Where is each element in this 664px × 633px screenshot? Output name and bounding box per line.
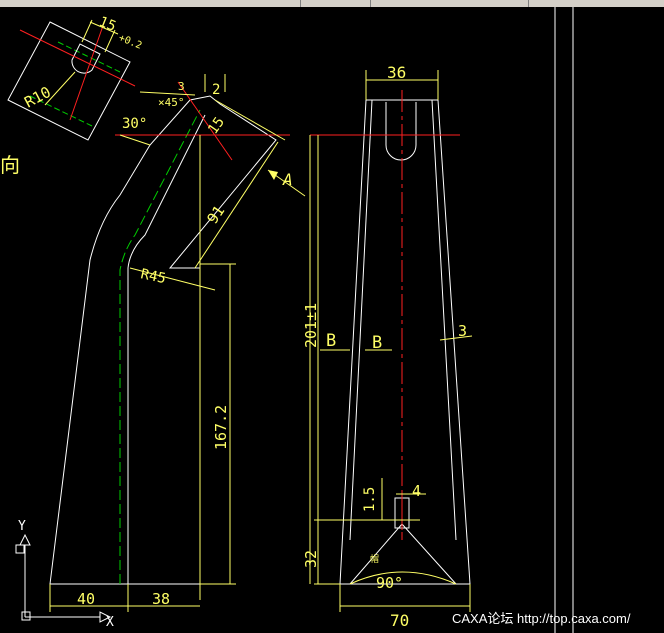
dim-text: 38 bbox=[152, 590, 170, 608]
dim-text: 4 bbox=[412, 482, 421, 500]
dim-tolerance: +0.2 bbox=[117, 33, 143, 52]
taper-inner bbox=[349, 99, 457, 541]
axis-x-label: X bbox=[106, 615, 114, 630]
dim-text: 70 bbox=[390, 611, 409, 630]
dim-text: 201±1 bbox=[302, 303, 320, 348]
dim-text: ×45° bbox=[158, 96, 185, 109]
detail-outline bbox=[7, 21, 131, 141]
dim-text: 32 bbox=[302, 550, 320, 568]
dim-text: 3 bbox=[178, 80, 185, 93]
dim-line bbox=[214, 99, 286, 141]
dim-text: 15 bbox=[97, 14, 119, 35]
leader-line bbox=[139, 91, 196, 96]
dim-line bbox=[194, 141, 279, 269]
radius-text: R10 bbox=[21, 83, 53, 112]
arm-outline bbox=[49, 95, 277, 585]
dim-line bbox=[119, 134, 151, 146]
angle-text: 30° bbox=[122, 116, 147, 132]
view-label: A bbox=[282, 170, 293, 189]
angle-text: 90° bbox=[376, 574, 403, 592]
dim-text: 2 bbox=[212, 82, 220, 98]
hidden-line bbox=[57, 41, 121, 73]
radius-text: R45 bbox=[139, 266, 167, 287]
arm-inner-edge bbox=[127, 114, 206, 584]
section-label: B bbox=[372, 333, 382, 353]
dim-text: 167.2 bbox=[212, 405, 230, 450]
side-view: 167.2 40 38 R45 91 15 30° 3 ×45° 2 A 向 bbox=[0, 74, 306, 612]
dim-text: 1.5 bbox=[362, 487, 378, 512]
top-slot bbox=[385, 102, 417, 161]
arrow-head bbox=[268, 170, 278, 180]
partial-label: 向 bbox=[0, 153, 20, 177]
front-view: 90° 帽 36 201±1 B B 3 1.5 4 32 70 bbox=[302, 63, 473, 630]
dim-extension bbox=[81, 19, 93, 43]
dim-text: 36 bbox=[387, 63, 406, 82]
slot-outline bbox=[71, 43, 101, 74]
dim-text: 3 bbox=[458, 322, 467, 340]
forum-watermark: CAXA论坛 http://top.caxa.com/ bbox=[452, 611, 631, 626]
ucs-axis-icon: Y X bbox=[15, 519, 114, 630]
dim-text: 15 bbox=[205, 114, 228, 137]
dim-text: 40 bbox=[77, 590, 95, 608]
hidden-line bbox=[119, 109, 201, 584]
axis-y-label: Y bbox=[18, 519, 26, 534]
small-mark: 帽 bbox=[370, 553, 379, 565]
cad-drawing-canvas[interactable]: 15 +0.2 R10 167.2 40 38 R45 91 15 30° 3 … bbox=[0, 0, 664, 633]
section-label: B bbox=[326, 331, 336, 351]
